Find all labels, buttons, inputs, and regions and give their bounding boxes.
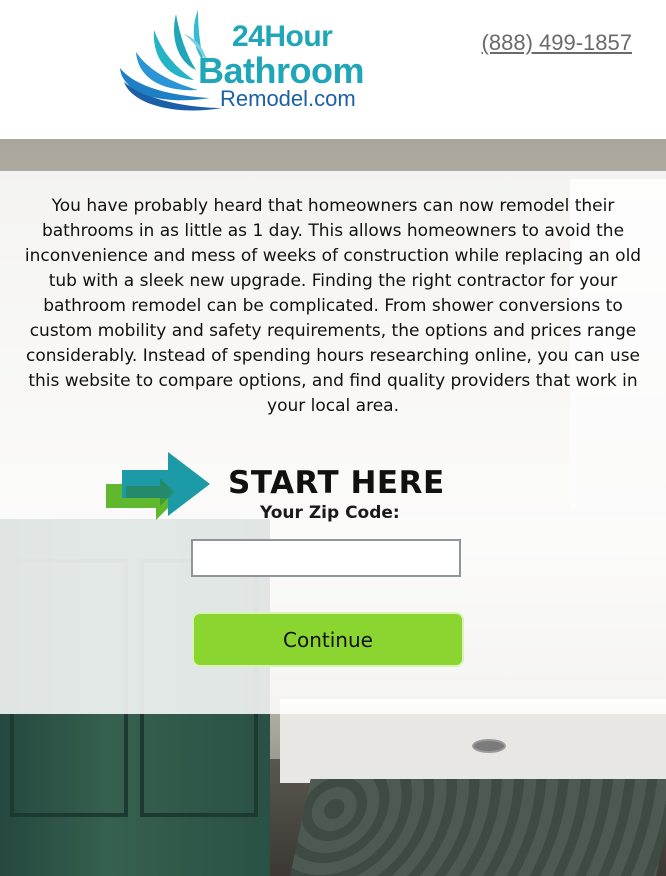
logo-text-line3: Remodel.com xyxy=(220,86,356,111)
hero-drain xyxy=(472,739,506,753)
start-here-heading: START HERE xyxy=(228,465,445,501)
intro-paragraph: You have probably heard that homeowners … xyxy=(24,196,642,416)
site-logo[interactable]: 24Hour Bathroom Remodel.com xyxy=(118,8,408,118)
zip-code-label: Your Zip Code: xyxy=(260,503,400,523)
content-panel: You have probably heard that homeowners … xyxy=(0,171,666,714)
zip-code-input[interactable] xyxy=(191,539,461,577)
hero-rug xyxy=(289,779,666,876)
site-header: 24Hour Bathroom Remodel.com (888) 499-18… xyxy=(0,0,666,139)
start-arrows-icon xyxy=(106,452,210,520)
continue-button[interactable]: Continue xyxy=(192,612,464,667)
logo-text-line1: 24Hour xyxy=(232,20,333,53)
phone-link[interactable]: (888) 499-1857 xyxy=(482,30,632,56)
